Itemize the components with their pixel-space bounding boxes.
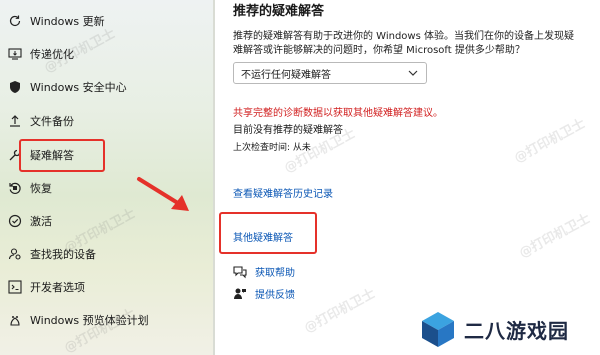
- sidebar-item-label: 恢复: [30, 182, 52, 195]
- other-troubleshooters-link[interactable]: 其他疑难解答: [233, 229, 293, 244]
- chevron-down-icon: [408, 70, 418, 76]
- sidebar-item-delivery-optimization[interactable]: 传递优化: [0, 37, 213, 71]
- get-help-link[interactable]: 获取帮助: [255, 264, 295, 279]
- troubleshoot-highlight-box: [19, 139, 105, 172]
- help-chat-icon: [233, 265, 247, 278]
- refresh-icon: [8, 14, 22, 28]
- sidebar-item-label: Windows 更新: [30, 15, 105, 28]
- settings-sidebar: Windows 更新 传递优化 Windows 安全中心 文件备份 疑难解答 恢…: [0, 0, 215, 355]
- site-logo: 二八游戏园: [418, 306, 598, 352]
- check-circle-icon: [8, 214, 22, 228]
- feedback-person-icon: [234, 288, 246, 299]
- shield-icon: [8, 80, 22, 94]
- delivery-optimization-icon: [8, 47, 22, 61]
- sidebar-item-label: 查找我的设备: [30, 248, 96, 261]
- sidebar-item-windows-update[interactable]: Windows 更新: [0, 4, 213, 38]
- get-help-row[interactable]: 获取帮助: [233, 264, 295, 279]
- sidebar-item-label: 开发者选项: [30, 281, 85, 294]
- sidebar-item-label: Windows 预览体验计划: [30, 314, 149, 327]
- sidebar-item-label: 传递优化: [30, 48, 74, 61]
- sidebar-item-label: 文件备份: [30, 115, 74, 128]
- dropdown-selected-value: 不运行任何疑难解答: [241, 69, 331, 81]
- sidebar-item-find-my-device[interactable]: 查找我的设备: [0, 237, 213, 271]
- page-title: 推荐的疑难解答: [233, 4, 325, 19]
- red-arrow-icon: [137, 177, 189, 211]
- insider-icon: [8, 313, 22, 327]
- logo-text: 二八游戏园: [464, 318, 569, 343]
- diagnostic-data-warning: 共享完整的诊断数据以获取其他疑难解答建议。: [233, 108, 443, 119]
- upload-icon: [8, 114, 22, 128]
- developer-icon: [8, 280, 22, 294]
- sidebar-item-label: 激活: [30, 215, 52, 228]
- person-locate-icon: [8, 247, 22, 261]
- give-feedback-row[interactable]: 提供反馈: [233, 286, 295, 301]
- troubleshoot-main-panel: 推荐的疑难解答 推荐的疑难解答有助于改进你的 Windows 体验。当我们在你的…: [217, 0, 600, 355]
- troubleshooter-preference-dropdown[interactable]: 不运行任何疑难解答: [233, 62, 427, 84]
- sidebar-item-windows-security[interactable]: Windows 安全中心: [0, 70, 213, 104]
- sidebar-item-developer-options[interactable]: 开发者选项: [0, 270, 213, 304]
- sidebar-item-file-backup[interactable]: 文件备份: [0, 104, 213, 138]
- sidebar-item-label: Windows 安全中心: [30, 81, 127, 94]
- sidebar-item-windows-insider[interactable]: Windows 预览体验计划: [0, 303, 213, 337]
- give-feedback-link[interactable]: 提供反馈: [255, 286, 295, 301]
- recovery-icon: [8, 181, 22, 195]
- no-recommended-text: 目前没有推荐的疑难解答: [233, 125, 343, 136]
- recommended-description: 推荐的疑难解答有助于改进你的 Windows 体验。当我们在你的设备上发现疑难解…: [233, 31, 574, 56]
- cube-logo-icon: [422, 312, 454, 347]
- last-checked-text: 上次检查时间: 从未: [233, 143, 311, 153]
- troubleshoot-history-link[interactable]: 查看疑难解答历史记录: [233, 185, 333, 200]
